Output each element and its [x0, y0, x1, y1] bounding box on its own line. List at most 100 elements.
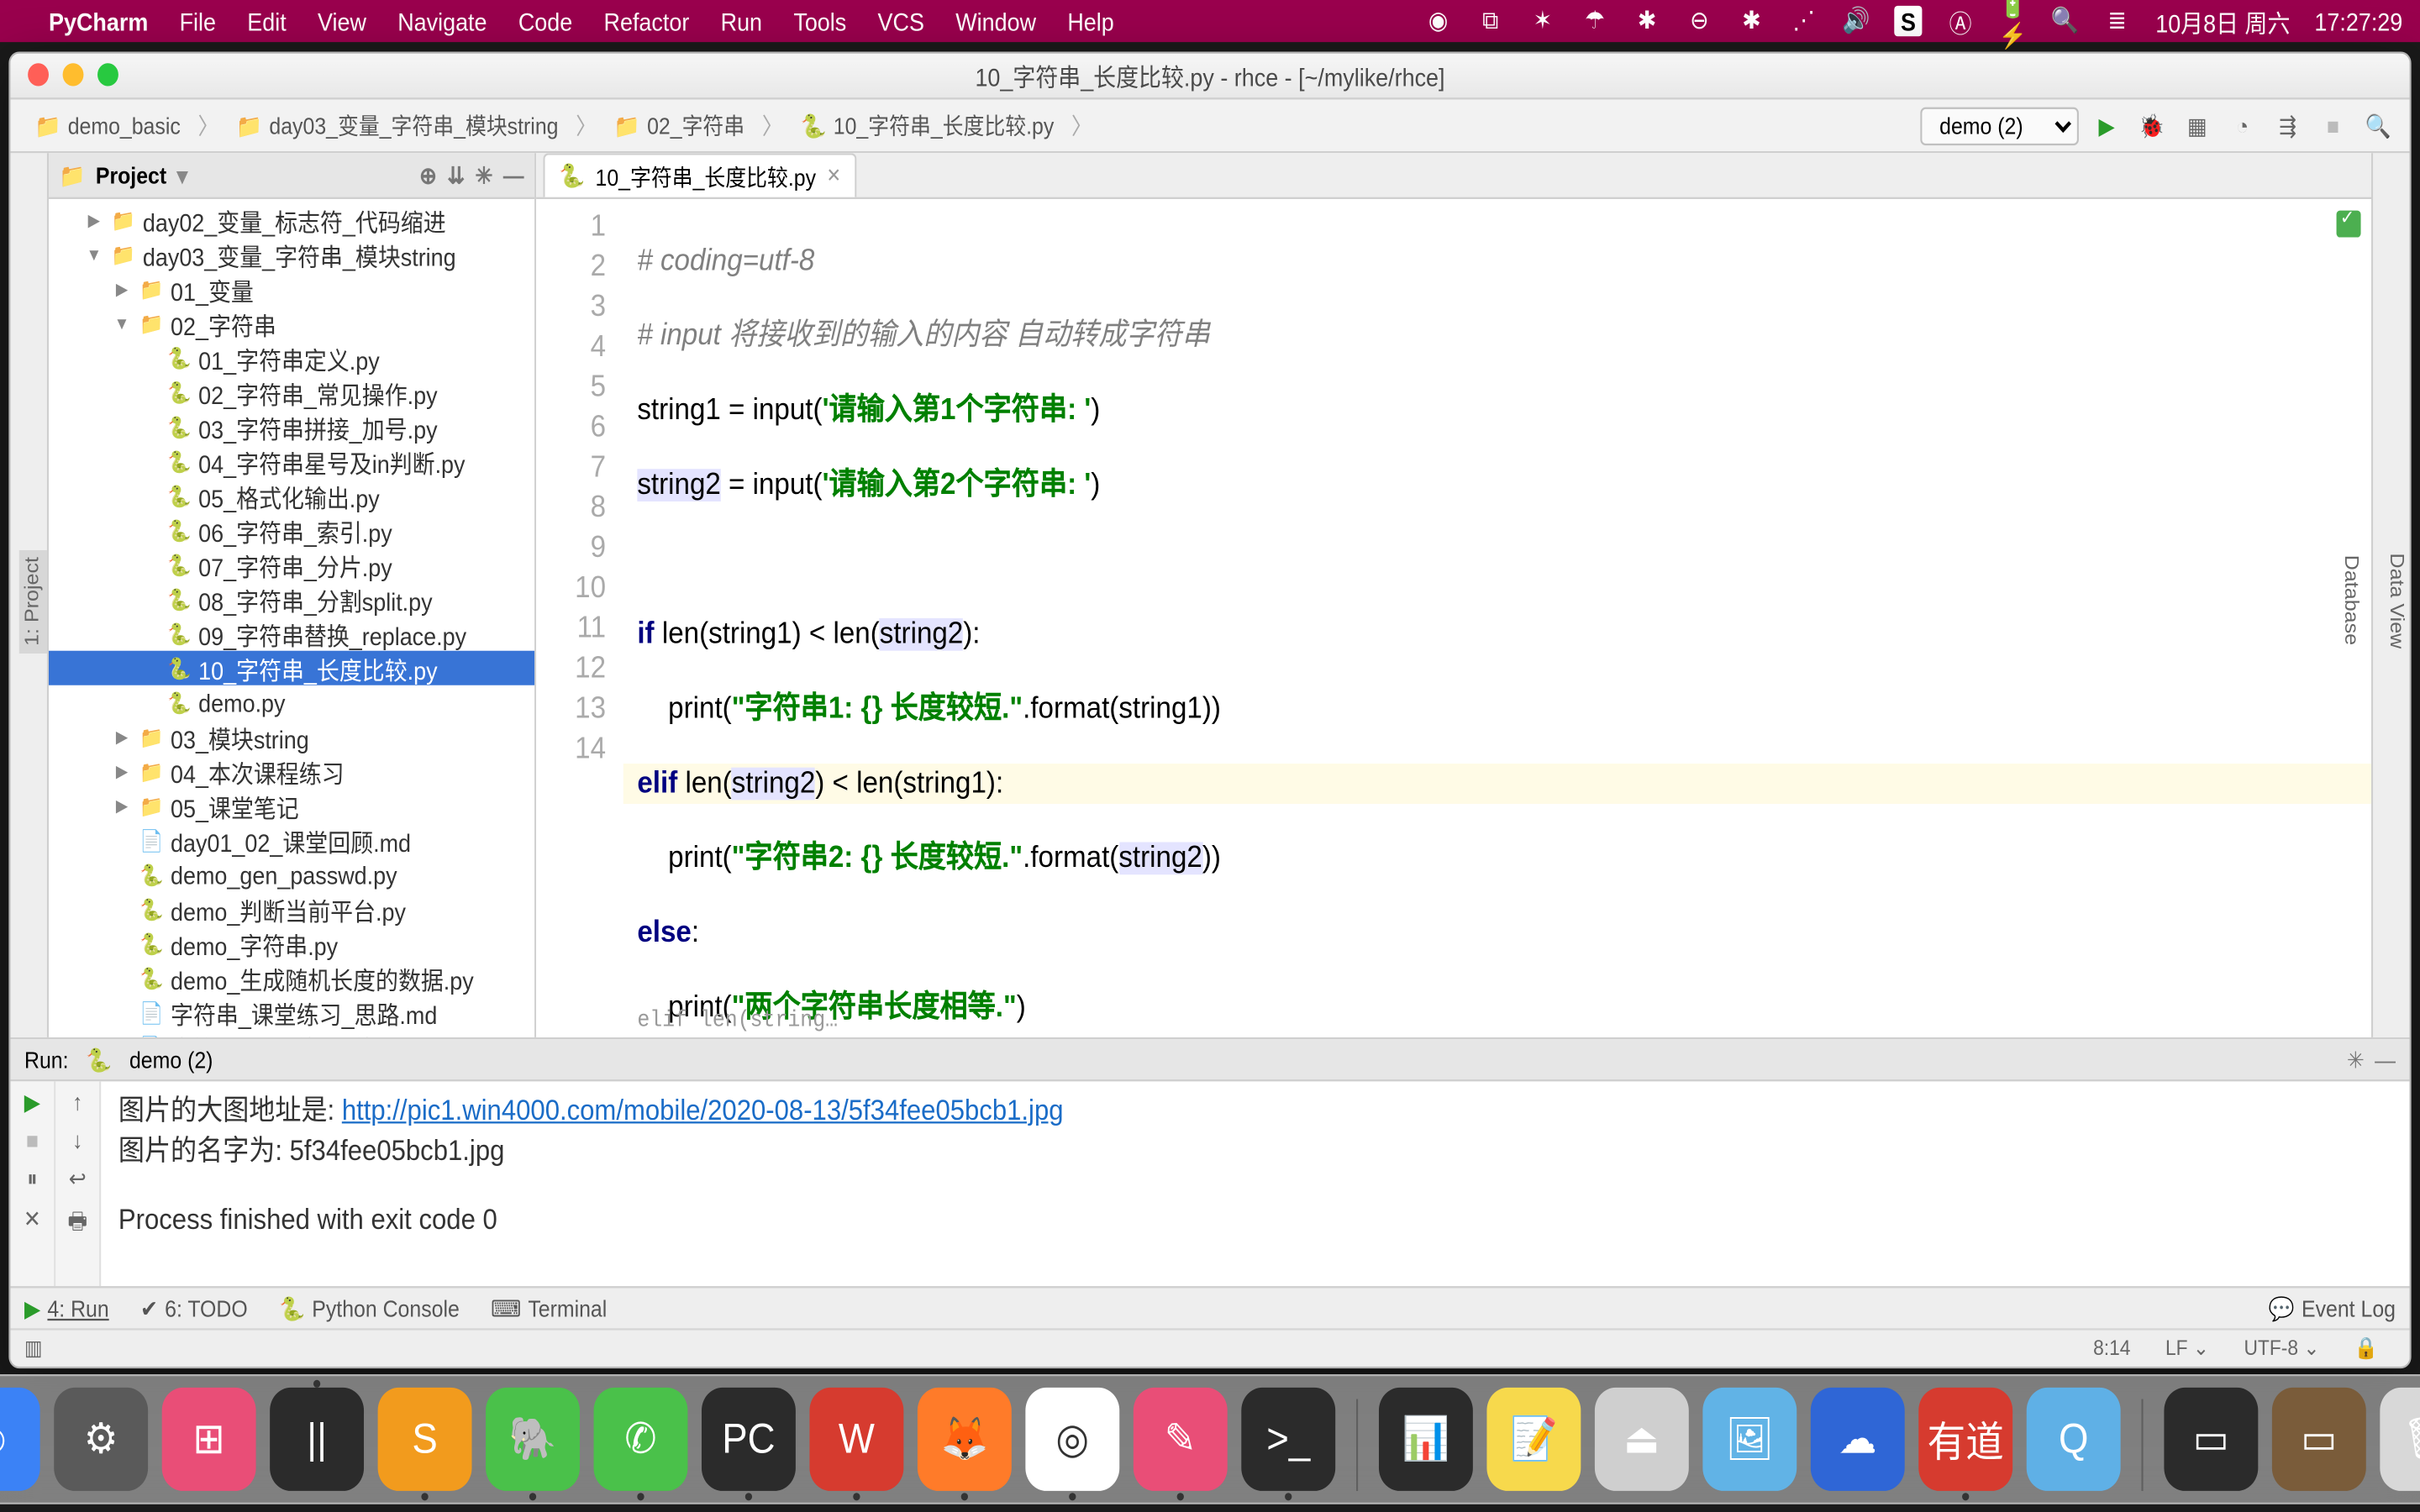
profile-button[interactable]: ◔	[2225, 106, 2260, 144]
tree-item[interactable]: 🐍demo_判断当前平台.py	[49, 892, 534, 927]
dock-quicktime[interactable]: Q	[2027, 1388, 2121, 1491]
tree-item[interactable]: ▶📁day02_变量_标志符_代码缩进	[49, 203, 534, 238]
menu-edit[interactable]: Edit	[247, 7, 286, 35]
tree-item[interactable]: 🐍demo_生成随机长度的数据.py	[49, 961, 534, 995]
dock-terminal[interactable]: >_	[1241, 1388, 1335, 1491]
control-center-icon[interactable]: ≣	[2103, 6, 2131, 36]
umbrella-icon[interactable]: ☂	[1581, 6, 1608, 36]
minimize-button[interactable]	[63, 63, 84, 86]
dock-doc1[interactable]: ▭	[2164, 1388, 2258, 1491]
menu-file[interactable]: File	[180, 7, 216, 35]
tree-item[interactable]: ▶📁01_变量	[49, 272, 534, 307]
tree-item[interactable]: 🐍07_字符串_分片.py	[49, 548, 534, 582]
status-windows-icon[interactable]: ▥	[24, 1336, 43, 1361]
debug-button[interactable]: 🐞	[2134, 106, 2169, 144]
dock-finder[interactable]: ☺	[0, 1388, 40, 1491]
menu-refactor[interactable]: Refactor	[604, 7, 690, 35]
dock-zoom[interactable]: ☁	[1811, 1388, 1905, 1491]
editor-tab[interactable]: 🐍10_字符串_长度比较.py ✕	[543, 153, 856, 197]
bottom-todo[interactable]: ✔6: TODO	[140, 1294, 248, 1321]
coverage-button[interactable]: ▦	[2180, 106, 2214, 144]
tree-item[interactable]: 📄day01_02_课堂回顾.md	[49, 823, 534, 858]
battery-icon[interactable]: 🔋⚡	[1999, 6, 2027, 36]
cursor-position[interactable]: 8:14	[2075, 1337, 2148, 1360]
wifi-icon[interactable]: ⋰	[1790, 6, 1818, 36]
dock-launchpad[interactable]: ⊞	[162, 1388, 256, 1491]
menu-vcs[interactable]: VCS	[878, 7, 924, 35]
bottom-terminal[interactable]: ⌨Terminal	[491, 1294, 607, 1321]
tree-item[interactable]: ▶📁04_本次课程练习	[49, 754, 534, 789]
file-encoding[interactable]: UTF-8 ⌄	[2227, 1336, 2337, 1361]
search-everywhere-button[interactable]: 🔍	[2361, 106, 2396, 144]
stop-icon[interactable]: ■	[26, 1127, 39, 1154]
close-run-icon[interactable]: ✕	[24, 1205, 41, 1232]
crumb-2[interactable]: 📁02_字符串	[603, 105, 755, 145]
tree-item[interactable]: ▼📁day03_变量_字符串_模块string	[49, 238, 534, 272]
tree-item[interactable]: ▼📁02_字符串	[49, 307, 534, 341]
dock-chrome[interactable]: ◎	[1025, 1388, 1119, 1491]
globe-icon[interactable]: ✱	[1634, 6, 1661, 36]
close-tab-icon[interactable]: ✕	[826, 165, 840, 186]
up-icon[interactable]: ↑	[72, 1089, 82, 1116]
code-editor[interactable]: 1234567891011121314 # coding=utf-8 # inp…	[536, 199, 2371, 1037]
menubar-time[interactable]: 17:27:29	[2314, 7, 2402, 35]
dock-evernote[interactable]: 🐘	[486, 1388, 580, 1491]
evernote-tray-icon[interactable]: ✶	[1528, 6, 1556, 36]
dock-sublime[interactable]: S	[378, 1388, 472, 1491]
volume-icon[interactable]: 🔊	[1842, 6, 1870, 36]
tree-item[interactable]: 🐍02_字符串_常见操作.py	[49, 375, 534, 410]
tree-item[interactable]: 🐍10_字符串_长度比较.py	[49, 651, 534, 685]
tree-item[interactable]: 🐍demo_gen_passwd.py	[49, 858, 534, 892]
dock-firefox[interactable]: 🦊	[918, 1388, 1012, 1491]
menubar-date[interactable]: 10月8日 周六	[2155, 3, 2290, 39]
pause-icon[interactable]: ⏸	[27, 1166, 37, 1194]
soft-wrap-icon[interactable]: ↩	[69, 1166, 87, 1193]
crumb-3[interactable]: 🐍10_字符串_长度比较.py	[790, 105, 1065, 145]
dock-notes[interactable]: 📝	[1486, 1388, 1581, 1491]
maximize-button[interactable]	[97, 63, 118, 86]
crumb-0[interactable]: 📁demo_basic	[24, 108, 191, 143]
run-settings-icon[interactable]: ✳	[2347, 1046, 2365, 1073]
spotlight-icon[interactable]: 🔍	[2051, 6, 2079, 36]
tree-item[interactable]: ▶📁03_模块string	[49, 720, 534, 754]
code-body[interactable]: # coding=utf-8 # input 将接收到的输入的内容 自动转成字符…	[623, 199, 2371, 1037]
run-hide-icon[interactable]: —	[2375, 1046, 2396, 1073]
line-separator[interactable]: LF ⌄	[2148, 1336, 2226, 1361]
tree-item[interactable]: 📄字符串_课堂练习_练习题.md	[49, 1030, 534, 1037]
down-icon[interactable]: ↓	[72, 1127, 82, 1154]
tree-item[interactable]: 🐍01_字符串定义.py	[49, 341, 534, 375]
tree-item[interactable]: 🐍demo.py	[49, 685, 534, 720]
dock-preview[interactable]: 🖼	[1702, 1388, 1797, 1491]
concurrency-button[interactable]: ⇶	[2270, 106, 2305, 144]
crumb-1[interactable]: 📁day03_变量_字符串_模块string	[226, 105, 569, 145]
lock-icon[interactable]: 🔒	[2337, 1336, 2396, 1361]
dock-shottr[interactable]: ✎	[1134, 1388, 1228, 1491]
bottom-event-log[interactable]: 💬Event Log	[2269, 1294, 2396, 1321]
dnd-icon[interactable]: ⊖	[1686, 6, 1713, 36]
dock-pycharm[interactable]: PC	[702, 1388, 796, 1491]
dock-trash[interactable]: 🗑	[2380, 1388, 2420, 1491]
tree-item[interactable]: 🐍09_字符串替换_replace.py	[49, 617, 534, 651]
tree-item[interactable]: 🐍demo_字符串.py	[49, 927, 534, 961]
sogou-icon[interactable]: S	[1894, 6, 1922, 36]
app-name[interactable]: PyCharm	[49, 7, 148, 35]
menu-view[interactable]: View	[318, 7, 366, 35]
menu-navigate[interactable]: Navigate	[397, 7, 487, 35]
bottom-run[interactable]: ▶4: Run	[24, 1294, 109, 1321]
close-button[interactable]	[28, 63, 49, 86]
settings-icon[interactable]: ✳	[476, 162, 493, 189]
tree-item[interactable]: 🐍06_字符串_索引.py	[49, 513, 534, 548]
dock-doc2[interactable]: ▭	[2272, 1388, 2366, 1491]
print-icon[interactable]: 🖶	[67, 1204, 87, 1244]
menu-run[interactable]: Run	[721, 7, 762, 35]
tree-item[interactable]: 🐍05_格式化输出.py	[49, 479, 534, 513]
hide-panel-icon[interactable]: —	[503, 162, 524, 189]
dock-wechat[interactable]: ✆	[594, 1388, 688, 1491]
tab-data-view[interactable]: Data View	[2381, 545, 2409, 656]
record-icon[interactable]: ◉	[1424, 6, 1452, 36]
project-tree[interactable]: ▶📁day02_变量_标志符_代码缩进▼📁day03_变量_字符串_模块stri…	[49, 199, 534, 1037]
dock-wps[interactable]: W	[809, 1388, 903, 1491]
tree-item[interactable]: 🐍03_字符串拼接_加号.py	[49, 410, 534, 444]
tree-item[interactable]: ▶📁05_课堂笔记	[49, 789, 534, 823]
screenshot-icon[interactable]: ⧉	[1476, 6, 1504, 36]
